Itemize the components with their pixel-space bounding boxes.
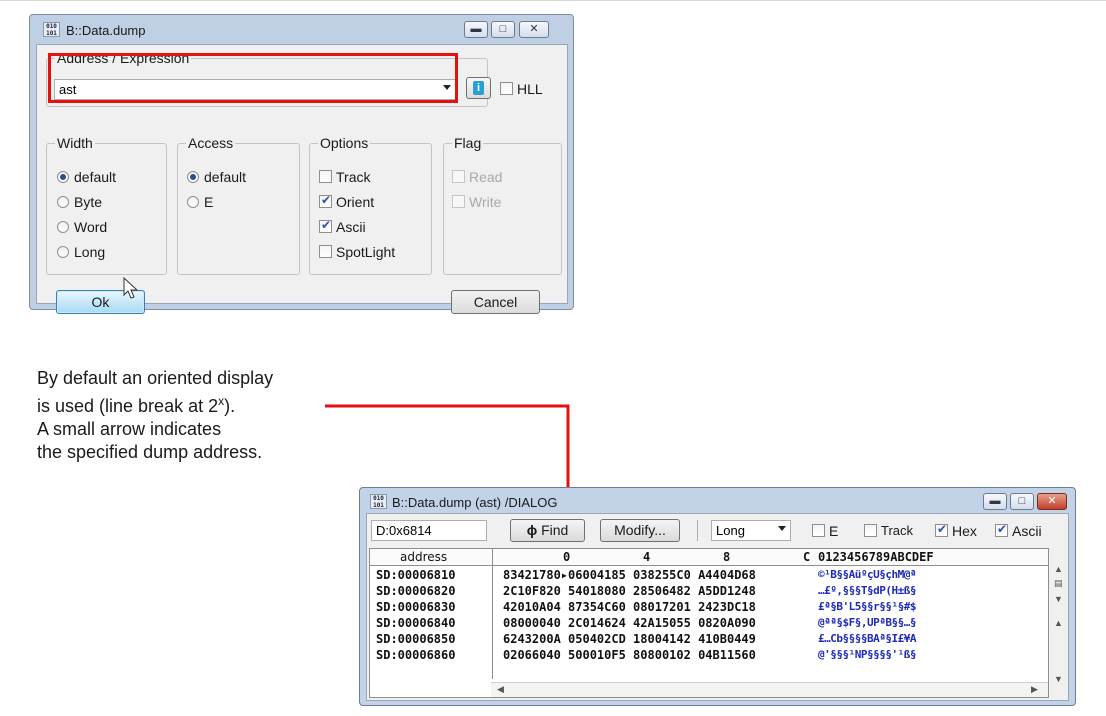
toolbar-separator xyxy=(697,520,698,541)
binoculars-icon: ϕ xyxy=(526,522,538,538)
dump-view[interactable]: address 0 4 8 C 0123456789ABCDEF SD:0000… xyxy=(369,548,1049,698)
window-title: B::Data.dump (ast) /DIALOG xyxy=(392,495,558,510)
app-icon: 010 101 xyxy=(370,494,387,509)
row-address: SD:00006810 xyxy=(376,568,456,582)
row-address: SD:00006820 xyxy=(376,584,456,598)
column-header-c: C xyxy=(803,550,811,564)
row-ascii: £ª§B'L5§§r§§¹§#$ xyxy=(818,600,916,613)
column-header-8: 8 xyxy=(723,550,731,564)
width-select-value: Long xyxy=(716,523,745,538)
row-hex: 08000040 2C014624 42A15055 0820A090 xyxy=(503,616,756,630)
row-hex: 6243200A 050402CD 18004142 410B0449 xyxy=(503,632,756,646)
modify-button[interactable]: Modify... xyxy=(600,519,680,542)
row-ascii: …£º,§§§T§dP(H±ß§ xyxy=(818,584,916,597)
data-dump-window: 010 101 B::Data.dump (ast) /DIALOG ▬ □ ✕ … xyxy=(359,487,1076,706)
address-field[interactable]: D:0x6814 xyxy=(371,520,487,541)
track-label: Track xyxy=(881,523,914,538)
chevron-down-icon[interactable] xyxy=(778,526,786,531)
scroll-up-icon[interactable]: ▲ xyxy=(1054,618,1063,628)
row-ascii: @ªª§$F§,UPªB§§…§ xyxy=(818,616,916,629)
scroll-left-icon[interactable]: ◀ xyxy=(497,684,504,695)
row-hex: 83421780▸06004185 038255C0 A4404D68 xyxy=(503,568,756,582)
column-divider xyxy=(492,549,493,679)
scroll-right-icon[interactable]: ▶ xyxy=(1031,684,1038,695)
row-address: SD:00006860 xyxy=(376,648,456,662)
dump-header: address 0 4 8 C 0123456789ABCDEF xyxy=(370,549,1048,566)
column-header-0: 0 xyxy=(563,550,571,564)
e-label: E xyxy=(829,523,839,539)
e-checkbox[interactable] xyxy=(812,524,825,537)
scroll-thumb-icon[interactable]: ▤ xyxy=(1054,578,1063,589)
column-header-4: 4 xyxy=(643,550,651,564)
scroll-down-icon[interactable]: ▼ xyxy=(1054,594,1063,604)
row-address: SD:00006840 xyxy=(376,616,456,630)
horizontal-scrollbar[interactable]: ◀ ▶ xyxy=(491,682,1048,697)
address-column-header: address xyxy=(400,550,448,564)
scroll-up-icon[interactable]: ▲ xyxy=(1054,564,1063,574)
hex-label: Hex xyxy=(952,523,977,539)
scroll-down-icon[interactable]: ▼ xyxy=(1054,674,1063,684)
ascii-label: Ascii xyxy=(1012,523,1042,539)
minimize-icon[interactable]: ▬ xyxy=(983,493,1007,510)
vertical-scrollbar[interactable]: ▲ ▤ ▼ ▲ ▼ xyxy=(1050,548,1066,698)
close-icon[interactable]: ✕ xyxy=(1037,493,1067,510)
find-button[interactable]: ϕ Find xyxy=(510,519,585,542)
hex-checkbox[interactable] xyxy=(935,522,948,537)
row-ascii: £…Cb§§§§BAª§I£¥A xyxy=(818,632,916,645)
track-checkbox[interactable] xyxy=(864,524,877,537)
row-address: SD:00006850 xyxy=(376,632,456,646)
ascii-column-header: 0123456789ABCDEF xyxy=(818,550,934,564)
width-select[interactable]: Long xyxy=(711,520,791,541)
row-ascii: ©¹B§§AüºçU§çhM@ª xyxy=(818,568,916,581)
row-hex: 2C10F820 54018080 28506482 A5DD1248 xyxy=(503,584,756,598)
maximize-icon[interactable]: □ xyxy=(1010,493,1034,510)
ascii-checkbox[interactable] xyxy=(995,522,1008,537)
row-hex: 02066040 500010F5 80800102 04B11560 xyxy=(503,648,756,662)
row-address: SD:00006830 xyxy=(376,600,456,614)
row-hex: 42010A04 87354C60 08017201 2423DC18 xyxy=(503,600,756,614)
row-ascii: @'§§§¹NP§§§§'¹ß§ xyxy=(818,648,916,661)
window-client: D:0x6814 ϕ Find Modify... Long E Track H… xyxy=(366,513,1069,701)
